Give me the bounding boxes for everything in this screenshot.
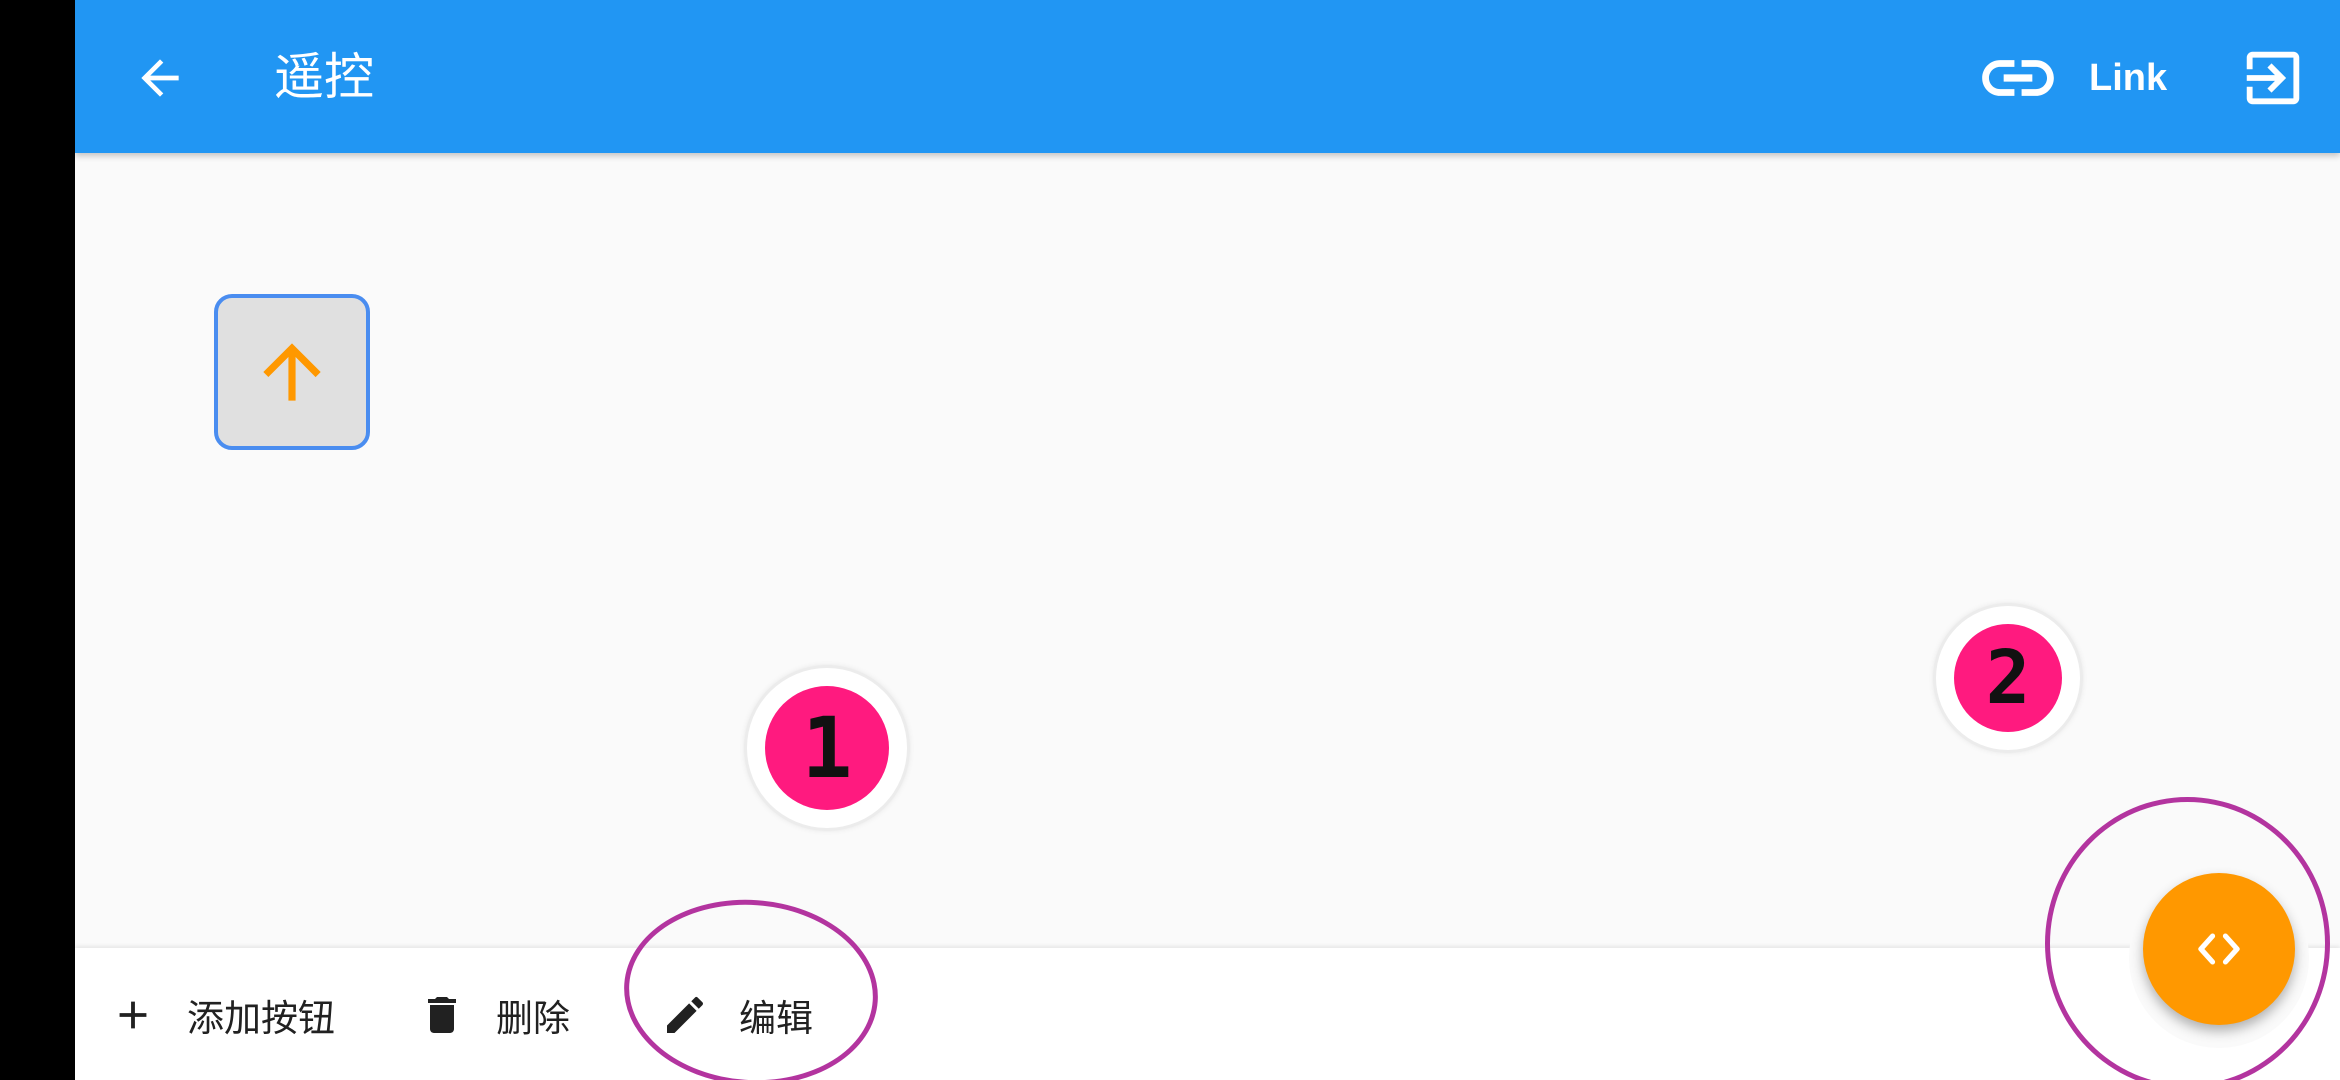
pencil-icon: [661, 991, 709, 1039]
marker-1-label: 1: [765, 686, 889, 810]
exit-to-app-icon: [2246, 51, 2300, 105]
link-icon: [1982, 60, 2054, 96]
add-button-label: 添加按钮: [187, 997, 335, 1040]
link-button[interactable]: Link: [1975, 40, 2167, 116]
trash-icon: [418, 991, 466, 1039]
left-black-strip: [0, 0, 75, 1080]
remote-key-up[interactable]: [214, 294, 370, 450]
link-label: Link: [2089, 56, 2168, 99]
edit-button[interactable]: 编辑: [661, 984, 813, 1046]
remote-control-screen: 遥控 Link 1 2 添加按钮 删除 编辑: [75, 0, 2340, 1080]
toggle-code-fab[interactable]: [2143, 873, 2295, 1025]
delete-button-label: 删除: [496, 997, 570, 1040]
app-bar: 遥控 Link: [75, 0, 2340, 153]
page-title: 遥控: [274, 48, 374, 106]
code-icon: [2198, 933, 2240, 965]
delete-button[interactable]: 删除: [418, 984, 570, 1046]
edit-button-label: 编辑: [739, 997, 813, 1040]
back-button[interactable]: [118, 36, 202, 120]
plus-icon: [109, 991, 157, 1039]
arrow-up-icon: [263, 343, 321, 401]
marker-2-label: 2: [1954, 624, 2062, 732]
annotation-marker-2: 2: [1936, 606, 2080, 750]
annotation-marker-1: 1: [747, 668, 907, 828]
add-button[interactable]: 添加按钮: [109, 984, 335, 1046]
arrow-left-icon: [141, 59, 179, 97]
bottom-app-bar: [75, 948, 2340, 1080]
exit-button[interactable]: [2235, 40, 2311, 116]
